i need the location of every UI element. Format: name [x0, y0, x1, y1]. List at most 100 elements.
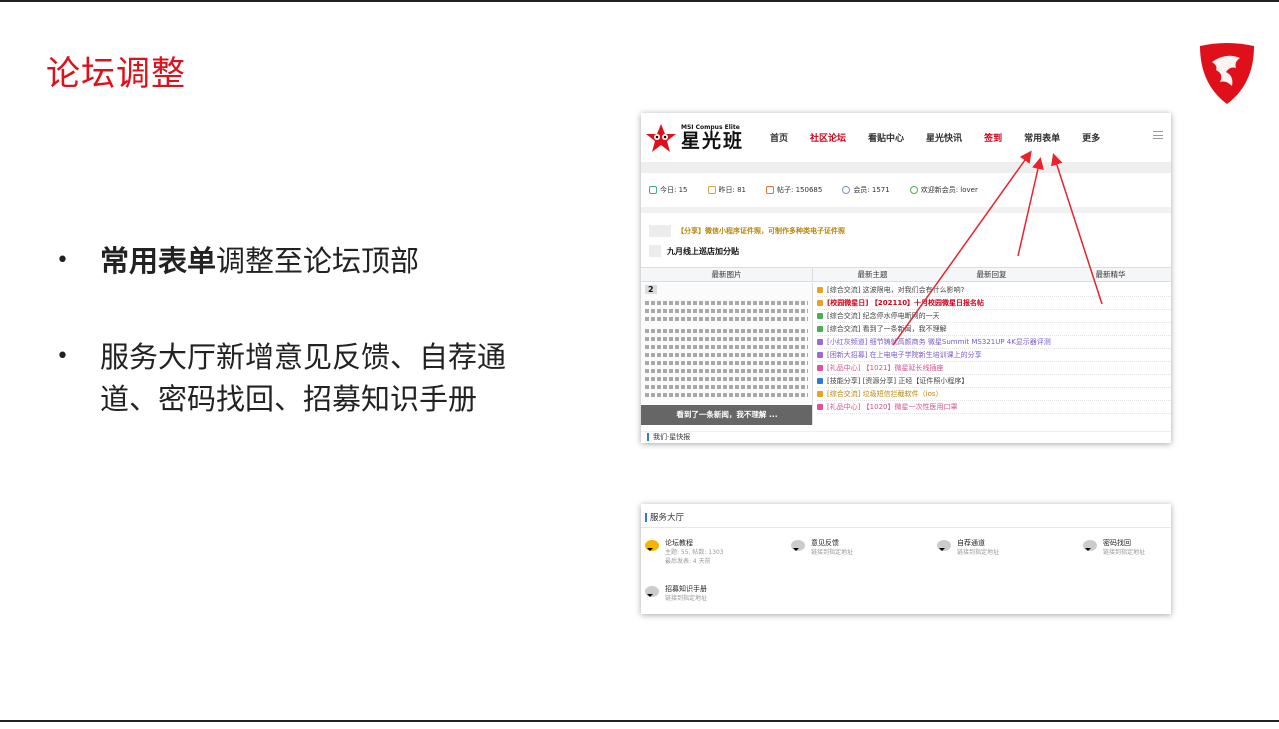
- service-item-link: 链接到指定地址: [1103, 549, 1146, 556]
- topic-title: [校园微星日] 【202110】十月校园微星日报名帖: [827, 299, 985, 307]
- notice-item[interactable]: 【分享】微信小程序证件照，可制作多种类电子证件照: [649, 221, 1163, 241]
- bullet-list: • 常用表单调整至论坛顶部 • 服务大厅新增意见反馈、自荐通道、密码找回、招募知…: [52, 240, 522, 420]
- tab-latest-images[interactable]: 最新图片: [641, 268, 813, 281]
- topic-row[interactable]: [综合交流] 垃圾短信拦截软件（ios）: [817, 388, 1171, 401]
- chat-bubble-icon: [937, 540, 951, 551]
- chat-bubble-icon: [645, 540, 659, 551]
- notice-text: 【分享】微信小程序证件照，可制作多种类电子证件照: [677, 227, 845, 235]
- stat-new-member[interactable]: 欢迎新会员: lover: [921, 185, 978, 195]
- service-item-name: 论坛教程: [665, 539, 693, 547]
- tab-latest-replies[interactable]: 最新回复: [932, 268, 1051, 281]
- nav-home[interactable]: 首页: [770, 131, 788, 144]
- topic-row[interactable]: [综合交流] 看到了一条新闻，我不理解: [817, 323, 1171, 336]
- chat-bubble-icon: [645, 586, 659, 597]
- topic-category-icon: [817, 378, 823, 384]
- stat-members: 会员: 1571: [853, 186, 890, 194]
- service-item-last-post: 最后发表: 4 天前: [665, 558, 711, 565]
- service-hall-title: 服务大厅: [650, 513, 685, 523]
- topic-title: [综合交流] 这波限电，对我们会有什么影响?: [827, 286, 965, 294]
- notice-text: 九月线上巡店加分贴: [667, 246, 739, 256]
- topic-category-icon: [817, 300, 823, 306]
- chat-bubble-icon: [791, 540, 805, 551]
- topic-category-icon: [817, 365, 823, 371]
- document-icon: [766, 186, 774, 194]
- calendar-icon: [649, 186, 657, 194]
- topic-title: [综合交流] 纪念停水停电断网的一天: [827, 312, 940, 320]
- slide-bottom-border: [0, 720, 1279, 722]
- brand-name: 星光班: [681, 130, 745, 152]
- notice-list: 【分享】微信小程序证件照，可制作多种类电子证件照 九月线上巡店加分贴: [641, 213, 1171, 261]
- user-icon: [909, 186, 918, 194]
- nav-news[interactable]: 星光快讯: [926, 131, 962, 144]
- nav-common-forms[interactable]: 常用表单: [1024, 131, 1060, 144]
- topic-row[interactable]: [困新大招募] 在上电电子学院新生培训课上的分享: [817, 349, 1171, 362]
- tab-latest-topics[interactable]: 最新主题: [813, 268, 932, 281]
- notice-thumbnail: [649, 225, 671, 237]
- topic-category-icon: [817, 391, 823, 397]
- topic-list: [综合交流] 这波限电，对我们会有什么影响? [校园微星日] 【202110】十月…: [817, 284, 1171, 414]
- tab-latest-digest[interactable]: 最新精华: [1051, 268, 1170, 281]
- service-item-link: 链接到指定地址: [957, 549, 1000, 556]
- chat-bubble-icon: [1083, 540, 1097, 551]
- service-item-stats: 主题: 55, 帖数: 1303: [665, 549, 724, 556]
- stat-yesterday: 昨日: 81: [718, 186, 747, 194]
- topic-category-icon: [817, 313, 823, 319]
- topic-category-icon: [817, 287, 823, 293]
- forum-stats: 今日: 15 昨日: 81 帖子: 150685 会员: 1571 欢迎新会员:…: [641, 173, 1171, 207]
- topic-row[interactable]: [技能分享] [资源分享] 正经【证件照小程序】: [817, 375, 1171, 388]
- nav-checkin[interactable]: 签到: [984, 131, 1002, 144]
- bullet-item: • 常用表单调整至论坛顶部: [56, 244, 420, 278]
- service-item-name: 自荐通道: [957, 539, 985, 547]
- service-item-name: 密码找回: [1103, 539, 1131, 547]
- topic-title: [综合交流] 看到了一条新闻，我不理解: [827, 325, 947, 333]
- topic-row[interactable]: [小红灰频道] 细节铸就高颜商务 微星Summit MS321UP 4K显示器评…: [817, 336, 1171, 349]
- divider: [641, 163, 1171, 173]
- star-mascot-icon: [646, 123, 676, 152]
- nav-more[interactable]: 更多: [1082, 131, 1100, 144]
- topic-category-icon: [817, 352, 823, 358]
- topic-title: [综合交流] 垃圾短信拦截软件（ios）: [827, 390, 943, 398]
- forum-screenshot: MSI Compus Elite 星光班 首页 社区论坛 看贴中心 星光快讯 签…: [641, 113, 1171, 443]
- bullet-text: 服务大厅新增意见反馈、自荐通道、密码找回、招募知识手册: [100, 340, 507, 416]
- notice-item[interactable]: 九月线上巡店加分贴: [649, 241, 1163, 261]
- topic-row[interactable]: [综合交流] 纪念停水停电断网的一天: [817, 310, 1171, 323]
- topic-row[interactable]: [综合交流] 这波限电，对我们会有什么影响?: [817, 284, 1171, 297]
- service-item-link: 链接到指定地址: [811, 549, 854, 556]
- stat-today: 今日: 15: [660, 186, 688, 194]
- service-item-tutorial[interactable]: 论坛教程 主题: 55, 帖数: 1303 最后发表: 4 天前: [645, 538, 724, 566]
- msi-dragon-shield-logo: [1200, 43, 1254, 104]
- service-item-name: 意见反馈: [811, 539, 839, 547]
- slide-top-border: [0, 0, 1279, 2]
- nav-community[interactable]: 社区论坛: [810, 131, 846, 144]
- content-tabs: 最新图片 最新主题 最新回复 最新精华: [641, 267, 1171, 282]
- section-label: 我们·星快报: [641, 431, 1171, 443]
- image-number: 2: [645, 285, 657, 294]
- service-item-feedback[interactable]: 意见反馈 链接到指定地址: [791, 538, 853, 557]
- topic-title: [技能分享] [资源分享] 正经【证件照小程序】: [827, 377, 969, 385]
- menu-icon[interactable]: [1153, 131, 1163, 139]
- topic-title: [礼品中心] 【1021】微星延长线插座: [827, 364, 944, 372]
- topic-category-icon: [817, 339, 823, 345]
- topic-row[interactable]: [礼品中心] 【1021】微星延长线插座: [817, 362, 1171, 375]
- stat-posts: 帖子: 150685: [777, 186, 823, 194]
- topic-title: [礼品中心] 【1020】微星一次性医用口罩: [827, 403, 958, 411]
- members-icon: [842, 186, 851, 194]
- nav-posts-center[interactable]: 看贴中心: [868, 131, 904, 144]
- forum-brand[interactable]: MSI Compus Elite 星光班: [645, 122, 770, 154]
- service-item-recruit-handbook[interactable]: 招募知识手册 链接到指定地址: [645, 584, 707, 603]
- service-item-password-recovery[interactable]: 密码找回 链接到指定地址: [1083, 538, 1145, 557]
- topic-row[interactable]: [校园微星日] 【202110】十月校园微星日报名帖: [817, 297, 1171, 310]
- topic-category-icon: [817, 326, 823, 332]
- service-hall-screenshot: 服务大厅 论坛教程 主题: 55, 帖数: 1303 最后发表: 4 天前 意见…: [641, 504, 1171, 614]
- topic-row[interactable]: [礼品中心] 【1020】微星一次性医用口罩: [817, 401, 1171, 414]
- latest-image-card[interactable]: 2 看到了一条新闻，我不理解 ...: [641, 283, 813, 425]
- calendar-icon: [707, 186, 716, 194]
- bullet-text: 调整至论坛顶部: [216, 244, 420, 278]
- service-item-link: 链接到指定地址: [665, 595, 708, 602]
- service-item-self-recommend[interactable]: 自荐通道 链接到指定地址: [937, 538, 999, 557]
- notice-thumbnail: [649, 245, 661, 257]
- topic-category-icon: [817, 404, 823, 410]
- bullet-bold-text: 常用表单: [100, 244, 217, 278]
- bullet-item: • 服务大厅新增意见反馈、自荐通道、密码找回、招募知识手册: [52, 336, 522, 420]
- slide-title: 论坛调整: [46, 54, 186, 94]
